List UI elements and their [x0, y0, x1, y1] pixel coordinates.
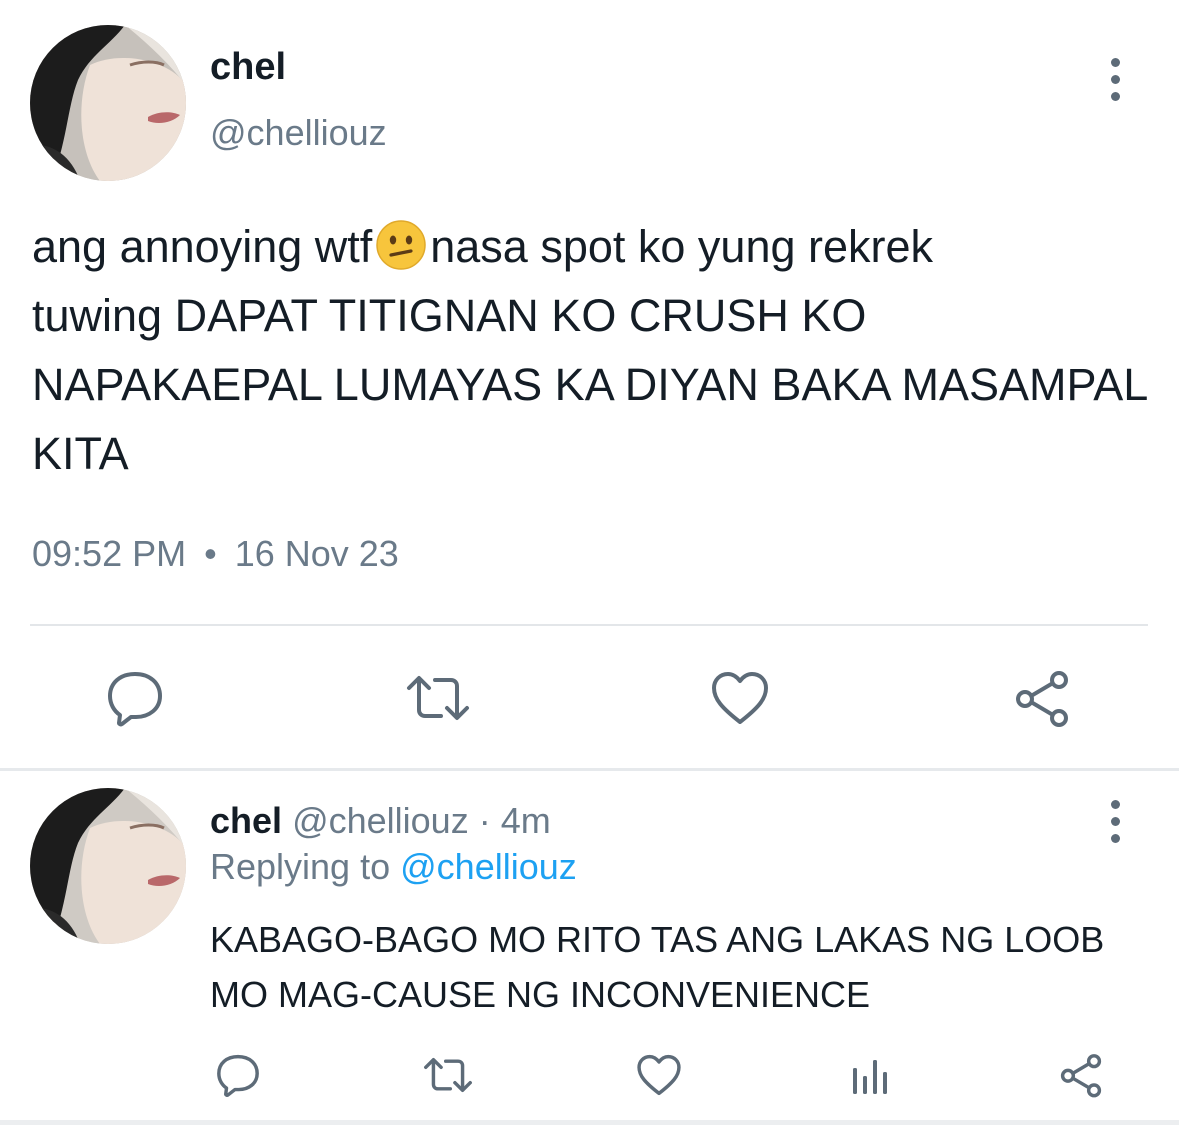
retweet-icon: [407, 676, 469, 720]
reply-retweet-button[interactable]: [422, 1052, 474, 1098]
divider: [30, 624, 1148, 626]
tweet-timestamp: 09:52 PM • 16 Nov 23: [32, 533, 399, 575]
retweet-button[interactable]: [405, 668, 471, 728]
avatar-photo: [30, 25, 186, 181]
bottom-divider: [0, 1120, 1179, 1125]
reply-header: chel @chelliouz · 4m: [210, 800, 551, 842]
handle[interactable]: @chelliouz: [210, 112, 387, 154]
retweet-icon: [424, 1057, 472, 1093]
reply-reply-button[interactable]: [215, 1052, 261, 1098]
reply-more-options-icon[interactable]: [1103, 800, 1127, 851]
reply-avatar[interactable]: [30, 788, 186, 944]
reply-age: · 4m: [478, 800, 551, 841]
main-tweet: chel @chelliouz ang annoying wtf nasa spo…: [0, 0, 1179, 770]
share-icon: [1016, 671, 1068, 727]
timestamp-separator: •: [204, 533, 217, 574]
share-button[interactable]: [1012, 668, 1072, 728]
avatar[interactable]: [30, 25, 186, 181]
tweet-text-part-1: ang annoying wtf: [32, 221, 373, 272]
reply-display-name[interactable]: chel: [210, 800, 282, 841]
avatar-photo: [30, 788, 186, 944]
replying-label: Replying to: [210, 846, 391, 887]
share-icon: [1060, 1054, 1102, 1098]
like-button[interactable]: [710, 668, 770, 728]
stats-icon: [853, 1060, 887, 1094]
reply-handle[interactable]: @chelliouz: [292, 800, 469, 841]
reply-stats-button[interactable]: [848, 1052, 892, 1098]
reply-text: KABAGO-BAGO MO RITO TAS ANG LAKAS NG LOO…: [210, 919, 1105, 1015]
confused-face-emoji: [376, 220, 426, 270]
reply-button[interactable]: [105, 668, 165, 728]
tweet-time: 09:52 PM: [32, 533, 187, 574]
section-separator: [0, 768, 1179, 771]
tweet-date: 16 Nov 23: [234, 533, 399, 574]
reply-like-button[interactable]: [636, 1052, 682, 1098]
reply-icon: [108, 672, 162, 727]
replying-to: Replying to @chelliouz: [210, 846, 577, 888]
reply-icon: [217, 1054, 259, 1097]
replying-mention-link[interactable]: @chelliouz: [400, 846, 577, 887]
more-options-icon[interactable]: [1103, 58, 1127, 109]
tweet-detail-page: chel @chelliouz ang annoying wtf nasa spo…: [0, 0, 1179, 1125]
like-icon: [637, 1054, 681, 1096]
tweet-text: ang annoying wtf nasa spot ko yung rekrek…: [32, 212, 1172, 488]
display-name[interactable]: chel: [210, 46, 286, 89]
like-icon: [712, 672, 768, 724]
reply-share-button[interactable]: [1057, 1052, 1105, 1098]
